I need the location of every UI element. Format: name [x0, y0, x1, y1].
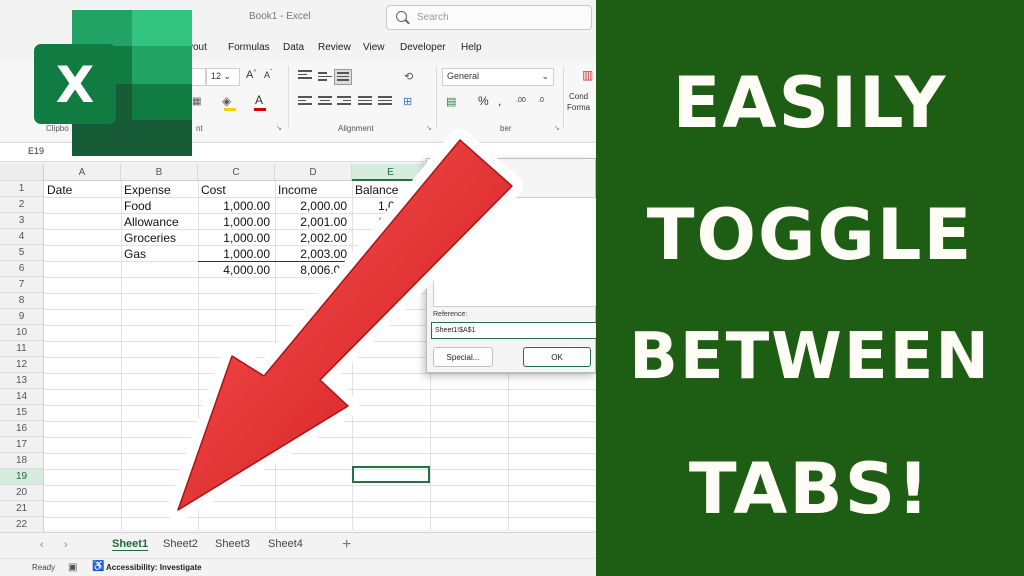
status-ready: Ready	[32, 563, 56, 572]
align-right-icon[interactable]	[337, 96, 351, 108]
row-header[interactable]: 1	[0, 181, 44, 197]
row-header[interactable]: 20	[0, 485, 44, 501]
decrease-decimal-icon[interactable]: .0	[538, 97, 544, 104]
cell-b5[interactable]: Gas	[124, 246, 146, 262]
column-header-a[interactable]: A	[44, 164, 121, 181]
tab-formulas[interactable]: Formulas	[228, 42, 270, 53]
row-header[interactable]: 11	[0, 341, 44, 357]
percent-style-icon[interactable]: %	[478, 94, 489, 108]
row-header[interactable]: 2	[0, 197, 44, 213]
conditional-formatting-label-2[interactable]: Forma	[567, 103, 590, 112]
row-header[interactable]: 14	[0, 389, 44, 405]
align-left-icon[interactable]	[298, 96, 312, 108]
row-header[interactable]: 5	[0, 245, 44, 261]
row-header[interactable]: 6	[0, 261, 44, 277]
status-bar: Ready ▣ ♿ Accessibility: Investigate	[0, 558, 596, 576]
tab-data[interactable]: Data	[283, 42, 304, 53]
align-top-icon[interactable]	[298, 70, 312, 82]
search-input[interactable]: Search	[386, 5, 592, 30]
border-icon[interactable]: ▦	[192, 96, 201, 107]
row-header[interactable]: 3	[0, 213, 44, 229]
accessibility-status[interactable]: Accessibility: Investigate	[106, 563, 202, 572]
number-format-dropdown[interactable]: General ⌄	[442, 68, 554, 86]
search-icon	[396, 11, 407, 22]
increase-decimal-icon[interactable]: .00	[516, 97, 526, 104]
row-header[interactable]: 19	[0, 469, 44, 485]
headline-line-2: TOGGLE	[646, 194, 974, 276]
merge-center-icon[interactable]: ⊞	[403, 95, 412, 108]
headline-line-1: EASILY	[672, 62, 948, 144]
macro-record-icon[interactable]: ▣	[68, 562, 77, 573]
fill-color-icon[interactable]: ◈	[222, 94, 231, 108]
row-header[interactable]: 8	[0, 293, 44, 309]
tab-view[interactable]: View	[363, 42, 385, 53]
row-header[interactable]: 17	[0, 437, 44, 453]
select-all-corner[interactable]	[0, 164, 44, 181]
align-bottom-icon[interactable]	[334, 69, 352, 85]
grow-font-icon[interactable]: A^	[246, 69, 256, 81]
title-panel: EASILY TOGGLE BETWEEN TABS!	[596, 0, 1024, 576]
headline-line-4: TABS!	[688, 448, 932, 530]
row-header[interactable]: 16	[0, 421, 44, 437]
row-header[interactable]: 15	[0, 405, 44, 421]
row-header[interactable]: 9	[0, 309, 44, 325]
row-header[interactable]: 4	[0, 229, 44, 245]
font-name-dropdown[interactable]	[192, 68, 206, 86]
tab-developer[interactable]: Developer	[400, 42, 446, 53]
gridline	[121, 181, 122, 530]
number-dialog-launcher-icon[interactable]: ↘	[554, 124, 560, 132]
excel-window: Book1 - Excel Search yout Formulas Data …	[0, 0, 596, 576]
red-arrow-pointer-icon	[167, 129, 523, 521]
fill-color-swatch	[224, 108, 236, 111]
increase-indent-icon[interactable]	[378, 96, 392, 108]
row-header[interactable]: 7	[0, 277, 44, 293]
headline-line-3: BETWEEN	[629, 320, 991, 394]
ribbon-separator	[563, 66, 564, 128]
accounting-format-icon[interactable]: ▤	[446, 95, 456, 108]
sheet-tab-4[interactable]: Sheet4	[262, 538, 309, 555]
shrink-font-icon[interactable]: Aˇ	[264, 70, 272, 80]
row-header[interactable]: 12	[0, 357, 44, 373]
font-color-swatch	[254, 108, 266, 111]
sheet-tab-1[interactable]: Sheet1	[106, 538, 154, 555]
ok-button[interactable]: OK	[523, 347, 591, 367]
row-header[interactable]: 18	[0, 453, 44, 469]
number-format-value: General	[447, 71, 480, 81]
cell-b2[interactable]: Food	[124, 198, 151, 214]
accessibility-icon[interactable]: ♿	[92, 561, 104, 572]
font-size-value: 12	[211, 71, 222, 81]
cell-a1[interactable]: Date	[47, 182, 72, 198]
row-header[interactable]: 10	[0, 325, 44, 341]
sheet-tab-2[interactable]: Sheet2	[157, 538, 204, 555]
sheet-tab-3[interactable]: Sheet3	[209, 538, 256, 555]
align-middle-icon[interactable]	[318, 72, 332, 84]
comma-style-icon[interactable]: ,	[498, 94, 501, 108]
sheet-tab-bar: ‹ › Sheet1 Sheet2 Sheet3 Sheet4 +	[0, 532, 596, 558]
tab-review[interactable]: Review	[318, 42, 351, 53]
font-color-icon[interactable]: A	[255, 93, 263, 107]
row-header[interactable]: 21	[0, 501, 44, 517]
search-placeholder: Search	[417, 12, 449, 23]
add-sheet-button[interactable]: +	[342, 536, 351, 554]
conditional-formatting-label[interactable]: Cond	[569, 92, 588, 101]
align-center-icon[interactable]	[318, 96, 332, 108]
wrap-text-icon[interactable]: ⟲	[404, 70, 413, 83]
next-sheet-arrow-icon[interactable]: ›	[64, 539, 68, 551]
font-size-dropdown[interactable]: 12 ⌄	[206, 68, 240, 86]
window-title: Book1 - Excel	[249, 11, 311, 22]
logo-letter: X	[56, 56, 95, 114]
prev-sheet-arrow-icon[interactable]: ‹	[40, 539, 44, 551]
row-header[interactable]: 13	[0, 373, 44, 389]
decrease-indent-icon[interactable]	[358, 96, 372, 108]
tab-help[interactable]: Help	[461, 42, 482, 53]
conditional-formatting-icon[interactable]: ▥	[582, 68, 593, 82]
row-header[interactable]: 22	[0, 517, 44, 533]
